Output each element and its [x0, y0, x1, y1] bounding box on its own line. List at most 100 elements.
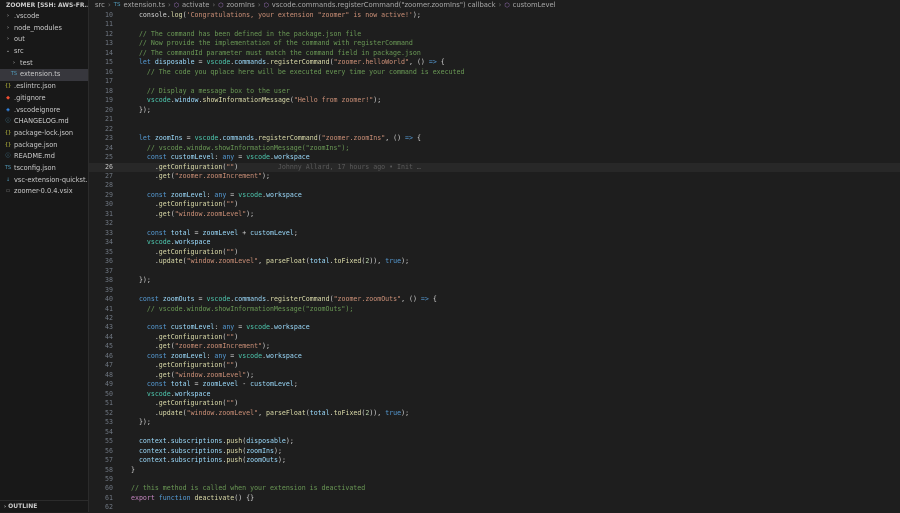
code-line[interactable]: 14 // The commandId parameter must match… — [89, 49, 900, 58]
code-editor[interactable]: 10 console.log('Congratulations, your ex… — [89, 11, 900, 513]
code-line[interactable]: 41 // vscode.window.showInformationMessa… — [89, 305, 900, 314]
code-line[interactable]: 40 const zoomOuts = vscode.commands.regi… — [89, 295, 900, 304]
code-token: // vscode.window.showInformationMessage(… — [131, 304, 354, 313]
code-line[interactable]: 35 .getConfiguration("") — [89, 248, 900, 257]
file-tree-item[interactable]: ◆ .gitignore — [0, 93, 88, 105]
code-line[interactable]: 21 — [89, 115, 900, 124]
code-token: total — [170, 380, 191, 389]
code-line[interactable]: 22 — [89, 125, 900, 134]
file-tree-item[interactable]: ▭ zoomer-0.0.4.vsix — [0, 186, 88, 198]
code-token: . — [131, 171, 159, 180]
code-line[interactable]: 12 // The command has been defined in th… — [89, 30, 900, 39]
code-text: const zoomLevel: any = vscode.workspace — [131, 352, 302, 361]
code-line[interactable]: 19 vscode.window.showInformationMessage(… — [89, 96, 900, 105]
code-line[interactable]: 32 — [89, 219, 900, 228]
code-line[interactable]: 33 const total = zoomLevel + customLevel… — [89, 229, 900, 238]
code-line[interactable]: 42 — [89, 314, 900, 323]
code-line[interactable]: 28 — [89, 181, 900, 190]
code-token: vscode — [146, 96, 171, 105]
code-line[interactable]: 18 // Display a message box to the user — [89, 87, 900, 96]
line-number: 35 — [105, 247, 113, 256]
file-tree-item[interactable]: › node_modules — [0, 23, 88, 35]
file-tree-item[interactable]: TS tsconfig.json — [0, 163, 88, 175]
file-tree-item[interactable]: ⓘ CHANGELOG.md — [0, 116, 88, 128]
breadcrumb-src[interactable]: src — [95, 0, 105, 11]
code-line[interactable]: 46 const zoomLevel: any = vscode.workspa… — [89, 352, 900, 361]
code-line[interactable]: 25 const customLevel: any = vscode.works… — [89, 153, 900, 162]
code-line[interactable]: 44 .getConfiguration("") — [89, 333, 900, 342]
code-line[interactable]: 51 .getConfiguration("") — [89, 399, 900, 408]
code-line[interactable]: 57 context.subscriptions.push(zoomOuts); — [89, 456, 900, 465]
explorer-header[interactable]: ZOOMER [SSH: AWS-FR... — [0, 0, 88, 11]
code-line[interactable]: 10 console.log('Congratulations, your ex… — [89, 11, 900, 20]
code-line[interactable]: 30 .getConfiguration("") — [89, 200, 900, 209]
code-line[interactable]: 59 — [89, 475, 900, 484]
code-line[interactable]: 49 const total = zoomLevel - customLevel… — [89, 380, 900, 389]
file-tree-item[interactable]: ◈ .vscodeignore — [0, 105, 88, 117]
code-line[interactable]: 50 vscode.workspace — [89, 390, 900, 399]
outline-section[interactable]: › OUTLINE — [0, 500, 88, 512]
code-line[interactable]: 11 — [89, 20, 900, 29]
file-tree-item[interactable]: › test — [0, 58, 88, 70]
file-tree-item[interactable]: {} .eslintrc.json — [0, 81, 88, 93]
code-line[interactable]: 15 let disposable = vscode.commands.regi… — [89, 58, 900, 67]
breadcrumb-custom-level[interactable]: customLevel — [513, 0, 556, 11]
code-line[interactable]: 60 // this method is called when your ext… — [89, 484, 900, 493]
code-line[interactable]: 37 — [89, 267, 900, 276]
file-tree-item[interactable]: ↓ vsc-extension-quickst... — [0, 175, 88, 187]
line-number: 23 — [105, 134, 113, 143]
line-number: 16 — [105, 67, 113, 76]
breadcrumb-zoomins[interactable]: zoomIns — [226, 0, 254, 11]
code-line[interactable]: 31 .get("window.zoomLevel"); — [89, 210, 900, 219]
line-number: 42 — [105, 314, 113, 322]
code-text: vscode.workspace — [131, 390, 211, 399]
code-token: // The command has been defined in the p… — [131, 29, 362, 38]
code-line[interactable]: 61 export function deactivate() {} — [89, 494, 900, 503]
breadcrumb-activate[interactable]: activate — [182, 0, 210, 11]
code-token: parseFloat — [266, 408, 306, 417]
code-line[interactable]: 16 // The code you qplace here will be e… — [89, 68, 900, 77]
code-line[interactable]: 45 .get("zoomer.zoomIncrement"); — [89, 342, 900, 351]
code-token: zoomIns — [154, 134, 183, 143]
code-token: // The code you qplace here will be exec… — [131, 67, 465, 76]
breadcrumb-callback[interactable]: vscode.commands.registerCommand("zoomer.… — [272, 0, 496, 11]
code-text: }); — [131, 418, 151, 427]
breadcrumb-file[interactable]: extension.ts — [124, 0, 166, 11]
code-line[interactable]: 23 let zoomIns = vscode.commands.registe… — [89, 134, 900, 143]
file-tree-item[interactable]: {} package.json — [0, 140, 88, 152]
file-tree-item[interactable]: › out — [0, 34, 88, 46]
file-tree-item[interactable]: ⓘ README.md — [0, 151, 88, 163]
code-line[interactable]: 55 context.subscriptions.push(disposable… — [89, 437, 900, 446]
code-line[interactable]: 54 — [89, 428, 900, 437]
code-line[interactable]: 36 .update("window.zoomLevel", parseFloa… — [89, 257, 900, 266]
code-line[interactable]: 48 .get("window.zoomLevel"); — [89, 371, 900, 380]
code-line[interactable]: 29 const zoomLevel: any = vscode.workspa… — [89, 191, 900, 200]
line-number: 52 — [105, 408, 113, 417]
file-tree-item[interactable]: ⌄ src — [0, 46, 88, 58]
typescript-file-icon: TS — [10, 71, 18, 78]
code-line[interactable]: 38 }); — [89, 276, 900, 285]
code-line[interactable]: 27 .get("zoomer.zoomIncrement"); — [89, 172, 900, 181]
code-line[interactable]: 47 .getConfiguration("") — [89, 361, 900, 370]
code-line[interactable]: 34 vscode.workspace — [89, 238, 900, 247]
code-line[interactable]: 39 — [89, 286, 900, 295]
code-line[interactable]: 20 }); — [89, 106, 900, 115]
code-token: , () — [409, 58, 429, 67]
code-line[interactable]: 53 }); — [89, 418, 900, 427]
code-line[interactable]: 56 context.subscriptions.push(zoomIns); — [89, 447, 900, 456]
code-line[interactable]: 62 — [89, 503, 900, 512]
code-line[interactable]: 26 .getConfiguration("") Johnny Allard, … — [89, 162, 900, 172]
code-line[interactable]: 17 — [89, 77, 900, 86]
code-line[interactable]: 52 .update("window.zoomLevel", parseFloa… — [89, 409, 900, 418]
code-line[interactable]: 43 const customLevel: any = vscode.works… — [89, 323, 900, 332]
code-line[interactable]: 58} — [89, 466, 900, 475]
code-token: = — [190, 228, 203, 237]
line-number: 14 — [105, 48, 113, 57]
file-tree-item[interactable]: {} package-lock.json — [0, 128, 88, 140]
code-line[interactable]: 24 // vscode.window.showInformationMessa… — [89, 144, 900, 153]
code-token: parseFloat — [266, 257, 306, 266]
code-line[interactable]: 13 // Now provide the implementation of … — [89, 39, 900, 48]
file-tree-item[interactable]: › .vscode — [0, 11, 88, 23]
file-tree-item[interactable]: TS extension.ts — [0, 69, 88, 82]
chevron-right-icon: › — [168, 1, 171, 9]
